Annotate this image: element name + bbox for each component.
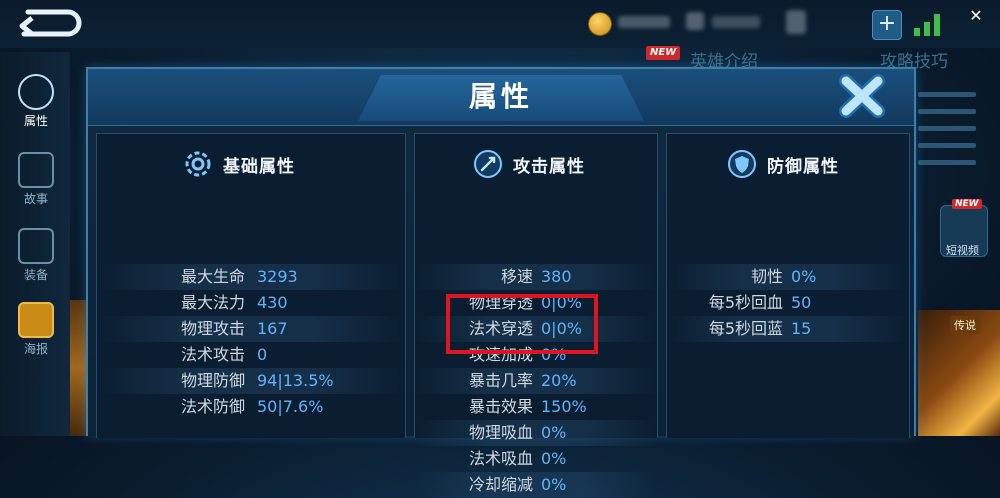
- back-arrow-icon: [19, 9, 82, 37]
- stat-row: 每5秒回血 50: [667, 290, 909, 316]
- stat-label: 物理防御: [180, 371, 245, 390]
- stat-row: 最大法力 430: [97, 290, 405, 316]
- stat-row: 暴击效果 150%: [415, 394, 657, 420]
- stat-label: 最大生命: [180, 267, 245, 286]
- stat-value: 0: [257, 345, 268, 364]
- nav-label: 装备: [23, 268, 48, 282]
- left-nav: 属性 故事 装备 海报: [0, 52, 70, 436]
- blurred-currency: [712, 16, 760, 28]
- back-button[interactable]: [14, 6, 86, 40]
- coin-icon: [588, 12, 612, 36]
- stat-row: 冷却缩减 0%: [415, 472, 657, 498]
- stat-value: 430: [257, 293, 288, 312]
- stat-value: 50|7.6%: [257, 397, 324, 416]
- attributes-dialog: 属性 基础属性 最大生命 3293 最大法力 430 物理攻击 167 法术攻击…: [86, 67, 916, 498]
- stat-label: 最大法力: [180, 293, 245, 312]
- nav-item-attributes[interactable]: 属性: [12, 70, 60, 140]
- highlight-box: [446, 294, 598, 354]
- panel-attack-attributes: 攻击属性 移速 380 物理穿透 0|0% 法术穿透 0|0% 攻速加成 0% …: [414, 133, 658, 498]
- nav-label: 海报: [23, 342, 48, 356]
- signal-icon: [914, 14, 940, 36]
- panel-header: 攻击属性: [415, 134, 657, 192]
- close-x-icon: [839, 74, 885, 118]
- stat-label: 每5秒回血: [708, 293, 783, 312]
- panel-title: 防御属性: [767, 156, 839, 177]
- blurred-icon: [786, 10, 806, 34]
- stat-value: 94|13.5%: [257, 371, 334, 390]
- gear-icon: [18, 74, 54, 110]
- stat-label: 暴击几率: [468, 371, 533, 390]
- close-icon: ✕: [969, 6, 983, 25]
- stat-row: 物理攻击 167: [97, 316, 405, 342]
- stat-label: 暴击效果: [468, 397, 533, 416]
- close-dialog-button[interactable]: [838, 73, 886, 119]
- panel-title: 基础属性: [223, 156, 295, 177]
- stat-label: 冷却缩减: [468, 475, 533, 494]
- nav-item-equipment[interactable]: 装备: [12, 224, 60, 294]
- stat-row: 最大生命 3293: [97, 264, 405, 290]
- panel-title: 攻击属性: [513, 156, 585, 177]
- stat-row: 移速 380: [415, 264, 657, 290]
- stat-label: 每5秒回蓝: [708, 319, 783, 338]
- stat-value: 50: [791, 293, 812, 312]
- decorative-bars: [918, 92, 976, 177]
- plus-icon: +: [877, 11, 897, 36]
- stat-row: 物理吸血 0%: [415, 420, 657, 446]
- stat-label: 法术攻击: [180, 345, 245, 364]
- panel-header: 基础属性: [97, 134, 405, 192]
- stat-row: 法术防御 50|7.6%: [97, 394, 405, 420]
- stat-value: 0%: [791, 267, 817, 286]
- stat-value: 0%: [541, 449, 567, 468]
- stat-value: 0%: [541, 423, 567, 442]
- new-badge: NEW: [646, 46, 681, 60]
- gear-icon: [185, 151, 211, 177]
- stat-label: 物理吸血: [468, 423, 533, 442]
- stat-row: 每5秒回蓝 15: [667, 316, 909, 342]
- stat-row: 法术吸血 0%: [415, 446, 657, 472]
- stat-value: 20%: [541, 371, 577, 390]
- poster-icon: [18, 302, 54, 338]
- dialog-title: 属性: [468, 80, 533, 113]
- stat-value: 15: [791, 319, 812, 338]
- stat-label: 韧性: [750, 267, 783, 286]
- panel-defense-attributes: 防御属性 韧性 0% 每5秒回血 50 每5秒回蓝 15: [666, 133, 910, 438]
- panel-header: 防御属性: [667, 134, 909, 192]
- stat-value: 3293: [257, 267, 298, 286]
- stat-value: 167: [257, 319, 288, 338]
- book-icon: [18, 152, 54, 188]
- new-badge: NEW: [952, 199, 982, 209]
- close-window-button[interactable]: ✕: [964, 4, 988, 28]
- nav-label: 属性: [23, 114, 48, 128]
- short-video-label: 短视频: [946, 244, 979, 257]
- panel-basic-attributes: 基础属性 最大生命 3293 最大法力 430 物理攻击 167 法术攻击 0 …: [96, 133, 406, 438]
- stat-value: 0%: [541, 475, 567, 494]
- blurred-currency: [618, 16, 670, 28]
- stat-row: 物理防御 94|13.5%: [97, 368, 405, 394]
- blurred-icon: [686, 12, 704, 30]
- nav-label: 故事: [23, 192, 48, 206]
- stat-label: 法术吸血: [468, 449, 533, 468]
- shield-sword-icon: [18, 228, 54, 264]
- shield-icon: [728, 150, 756, 178]
- add-currency-button[interactable]: +: [872, 10, 902, 40]
- stat-row: 韧性 0%: [667, 264, 909, 290]
- stat-value: 150%: [541, 397, 587, 416]
- sword-icon: [474, 150, 502, 178]
- stat-value: 380: [541, 267, 572, 286]
- nav-item-poster[interactable]: 海报: [12, 298, 60, 368]
- stat-row: 暴击几率 20%: [415, 368, 657, 394]
- stat-label: 物理攻击: [180, 319, 245, 338]
- stat-row: 法术攻击 0: [97, 342, 405, 368]
- stat-label: 移速: [500, 267, 533, 286]
- skin-tag: 传说: [950, 316, 980, 334]
- top-bar: + ✕: [0, 0, 1000, 48]
- nav-item-story[interactable]: 故事: [12, 148, 60, 218]
- stat-label: 法术防御: [180, 397, 245, 416]
